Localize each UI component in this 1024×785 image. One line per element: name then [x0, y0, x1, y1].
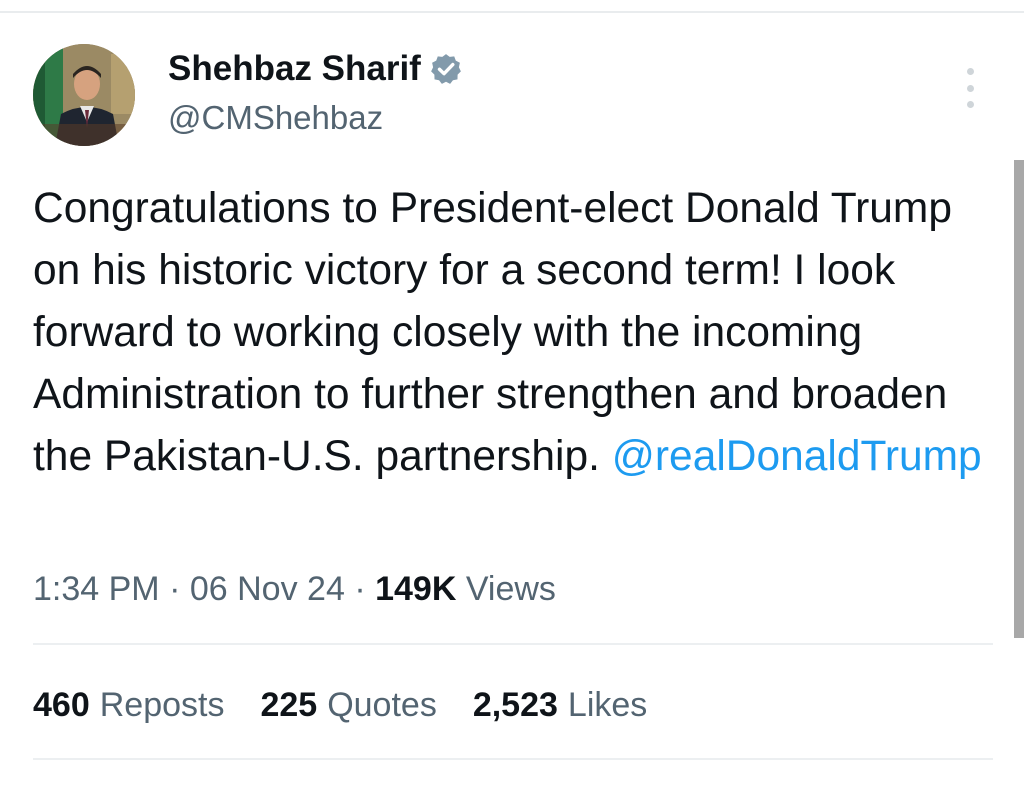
more-options-icon[interactable] — [960, 68, 980, 108]
quotes-stat[interactable]: 225 Quotes — [260, 685, 436, 725]
avatar[interactable] — [33, 44, 135, 146]
top-divider — [0, 11, 1024, 13]
quotes-label: Quotes — [327, 686, 437, 724]
reposts-stat[interactable]: 460 Reposts — [33, 685, 224, 725]
reposts-label: Reposts — [99, 686, 225, 724]
author-handle[interactable]: @CMShehbaz — [168, 98, 383, 138]
engagement-stats: 460 Reposts 225 Quotes 2,523 Likes — [33, 685, 683, 725]
likes-label: Likes — [567, 686, 648, 724]
reposts-count: 460 — [33, 686, 90, 724]
tweet-meta: 1:34 PM · 06 Nov 24 · 149K Views — [33, 569, 556, 609]
tweet-date[interactable]: 06 Nov 24 — [190, 570, 345, 608]
views-label: Views — [465, 570, 556, 608]
tweet-text: Congratulations to President-elect Donal… — [33, 178, 993, 488]
divider — [33, 643, 993, 645]
likes-count: 2,523 — [472, 686, 558, 724]
verified-badge-icon — [429, 52, 463, 86]
mention-link[interactable]: @realDonaldTrump — [612, 433, 982, 480]
likes-stat[interactable]: 2,523 Likes — [473, 685, 647, 725]
author-name-row[interactable]: Shehbaz Sharif — [168, 47, 463, 91]
quotes-count: 225 — [260, 686, 318, 724]
avatar-photo — [33, 44, 135, 146]
views-count: 149K — [375, 570, 457, 608]
scrollbar[interactable] — [1014, 160, 1024, 638]
author-display-name[interactable]: Shehbaz Sharif — [168, 47, 421, 91]
meta-separator: · — [169, 570, 181, 608]
tweet-time[interactable]: 1:34 PM — [33, 570, 160, 608]
divider — [33, 758, 993, 760]
meta-separator: · — [354, 570, 366, 608]
